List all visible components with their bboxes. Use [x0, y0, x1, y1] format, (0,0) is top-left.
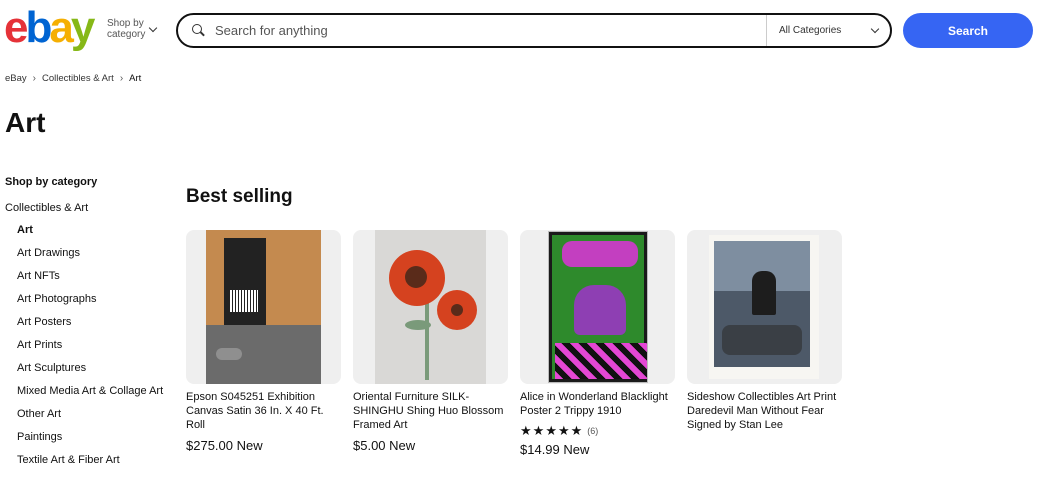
search-icon — [192, 24, 205, 37]
shop-by-line2: category — [107, 29, 146, 40]
sidebar-item-art-nfts[interactable]: Art NFTs — [17, 270, 175, 283]
product-image[interactable] — [687, 230, 842, 384]
rating-count: (6) — [587, 425, 599, 436]
star-icon: ★ — [557, 423, 570, 438]
sidebar-item-art-drawings[interactable]: Art Drawings — [17, 247, 175, 260]
shop-by-category-button[interactable]: Shop by category — [107, 18, 158, 40]
sidebar-item-other-art[interactable]: Other Art — [17, 408, 175, 421]
star-icon: ★ — [545, 423, 557, 438]
best-selling-heading: Best selling — [186, 186, 293, 207]
product-price: $14.99 New — [520, 442, 590, 457]
product-card[interactable]: Epson S045251 Exhibition Canvas Satin 36… — [186, 230, 341, 457]
product-card[interactable]: Oriental Furniture SILK-SHINGHU Shing Hu… — [353, 230, 508, 457]
search-button[interactable]: Search — [903, 13, 1033, 48]
search-input[interactable] — [215, 23, 755, 38]
logo-letter-e: e — [4, 3, 29, 52]
star-icon: ★ — [520, 423, 532, 438]
chevron-down-icon — [870, 24, 880, 34]
star-icon: ★ — [532, 423, 545, 438]
product-title[interactable]: Sideshow Collectibles Art Print Daredevi… — [687, 390, 842, 432]
product-price: $275.00 New — [186, 438, 263, 453]
product-image[interactable] — [353, 230, 508, 384]
chevron-down-icon — [149, 23, 158, 32]
product-image[interactable] — [186, 230, 341, 384]
sidebar-item-textile-art[interactable]: Textile Art & Fiber Art — [17, 454, 175, 467]
star-rating[interactable]: ★ ★ ★ ★ ★ (6) — [520, 423, 675, 438]
sidebar-item-mixed-media[interactable]: Mixed Media Art & Collage Art — [17, 385, 175, 398]
breadcrumb-ebay[interactable]: eBay — [5, 73, 27, 84]
breadcrumb-collectibles-art[interactable]: Collectibles & Art — [42, 73, 114, 84]
logo-letter-b: b — [25, 3, 52, 52]
product-card[interactable]: Sideshow Collectibles Art Print Daredevi… — [687, 230, 842, 457]
product-card[interactable]: Alice in Wonderland Blacklight Poster 2 … — [520, 230, 675, 457]
star-icon: ★ — [570, 423, 583, 438]
category-select[interactable]: All Categories — [766, 15, 890, 46]
category-sidebar: Shop by category Collectibles & Art Art … — [5, 176, 175, 477]
sidebar-item-art-posters[interactable]: Art Posters — [17, 316, 175, 329]
product-title[interactable]: Alice in Wonderland Blacklight Poster 2 … — [520, 390, 675, 418]
page-title: Art — [5, 107, 46, 138]
product-price: $5.00 New — [353, 438, 416, 453]
sidebar-item-art[interactable]: Art — [17, 224, 175, 237]
category-select-label: All Categories — [779, 25, 842, 36]
chevron-right-icon: › — [119, 73, 124, 84]
best-selling-cards: Epson S045251 Exhibition Canvas Satin 36… — [186, 230, 842, 457]
search-bar: All Categories — [176, 13, 892, 48]
product-title[interactable]: Epson S045251 Exhibition Canvas Satin 36… — [186, 390, 341, 432]
product-image[interactable] — [520, 230, 675, 384]
sidebar-heading: Shop by category — [5, 176, 98, 188]
sidebar-item-art-photographs[interactable]: Art Photographs — [17, 293, 175, 306]
breadcrumb: eBay › Collectibles & Art › Art — [5, 73, 141, 84]
logo-letter-a: a — [49, 3, 74, 52]
sidebar-item-paintings[interactable]: Paintings — [17, 431, 175, 444]
product-title[interactable]: Oriental Furniture SILK-SHINGHU Shing Hu… — [353, 390, 508, 432]
logo-letter-y: y — [70, 3, 96, 52]
sidebar-parent-collectibles-art[interactable]: Collectibles & Art — [5, 202, 175, 214]
ebay-logo[interactable]: ebay — [4, 3, 96, 52]
shop-by-line1: Shop by — [107, 18, 144, 29]
sidebar-item-art-sculptures[interactable]: Art Sculptures — [17, 362, 175, 375]
sidebar-item-art-prints[interactable]: Art Prints — [17, 339, 175, 352]
chevron-right-icon: › — [32, 73, 36, 84]
breadcrumb-art: Art — [129, 73, 142, 84]
sidebar-list: Art Art Drawings Art NFTs Art Photograph… — [5, 224, 175, 467]
